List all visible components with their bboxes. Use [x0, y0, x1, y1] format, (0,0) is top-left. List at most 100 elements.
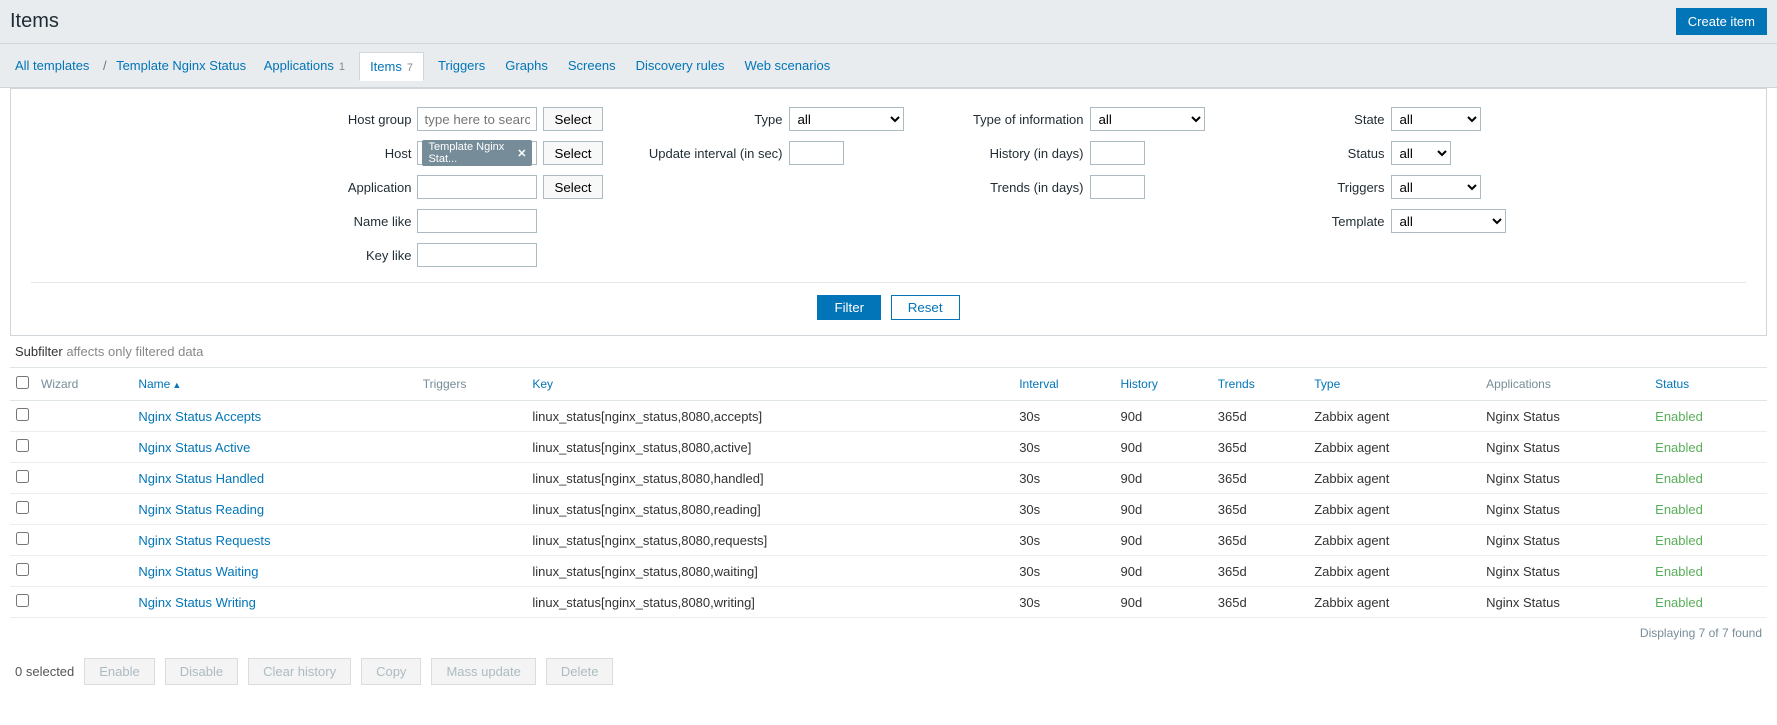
breadcrumb-nav: All templates / Template Nginx Status Ap… — [0, 44, 1777, 88]
row-checkbox[interactable] — [16, 470, 29, 483]
nav-count: 7 — [404, 62, 413, 74]
nav-applications[interactable]: Applications — [264, 58, 334, 73]
host-select-button[interactable]: Select — [543, 141, 602, 165]
item-history: 90d — [1114, 432, 1211, 463]
item-key: linux_status[nginx_status,8080,writing] — [526, 587, 1013, 618]
table-row: Nginx Status Writing linux_status[nginx_s… — [10, 587, 1767, 618]
template-select[interactable]: all — [1391, 209, 1506, 233]
table-row: Nginx Status Activelinux_status[nginx_st… — [10, 432, 1767, 463]
application-select-button[interactable]: Select — [543, 175, 602, 199]
host-group-input[interactable] — [417, 107, 537, 131]
col-type[interactable]: Type — [1314, 377, 1340, 391]
row-checkbox[interactable] — [16, 563, 29, 576]
host-input[interactable]: Template Nginx Stat... ✕ — [417, 141, 537, 165]
col-applications: Applications — [1480, 368, 1649, 401]
create-item-button[interactable]: Create item — [1676, 8, 1767, 35]
select-all-checkbox[interactable] — [16, 376, 29, 389]
nav-items[interactable]: Items — [370, 59, 402, 74]
item-key: linux_status[nginx_status,8080,handled] — [526, 463, 1013, 494]
item-status-link[interactable]: Enabled — [1655, 595, 1703, 610]
application-input[interactable] — [417, 175, 537, 199]
table-footer: Displaying 7 of 7 found — [0, 618, 1777, 648]
col-interval[interactable]: Interval — [1019, 377, 1058, 391]
item-type: Zabbix agent — [1308, 556, 1480, 587]
item-history: 90d — [1114, 556, 1211, 587]
name-like-input[interactable] — [417, 209, 537, 233]
col-history[interactable]: History — [1120, 377, 1157, 391]
item-name-link[interactable]: Nginx Status Writing — [138, 595, 256, 610]
host-label: Host — [271, 146, 411, 161]
type-info-select[interactable]: all — [1090, 107, 1205, 131]
name-like-label: Name like — [271, 214, 411, 229]
col-status[interactable]: Status — [1655, 377, 1689, 391]
host-group-select-button[interactable]: Select — [543, 107, 602, 131]
item-name-link[interactable]: Nginx Status Handled — [138, 471, 264, 486]
item-trends: 365d — [1212, 401, 1308, 432]
item-status-link[interactable]: Enabled — [1655, 471, 1703, 486]
clear-history-button[interactable]: Clear history — [248, 658, 351, 685]
copy-button[interactable]: Copy — [361, 658, 421, 685]
type-select[interactable]: all — [789, 107, 904, 131]
subfilter-hint: affects only filtered data — [66, 344, 203, 359]
col-trends[interactable]: Trends — [1218, 377, 1255, 391]
item-trends: 365d — [1212, 587, 1308, 618]
item-trends: 365d — [1212, 432, 1308, 463]
item-app: Nginx Status — [1480, 401, 1649, 432]
item-app: Nginx Status — [1480, 556, 1649, 587]
item-trends: 365d — [1212, 556, 1308, 587]
update-interval-input[interactable] — [789, 141, 844, 165]
trends-input[interactable] — [1090, 175, 1145, 199]
item-status-link[interactable]: Enabled — [1655, 440, 1703, 455]
disable-button[interactable]: Disable — [165, 658, 238, 685]
enable-button[interactable]: Enable — [84, 658, 154, 685]
col-key[interactable]: Key — [532, 377, 553, 391]
item-type: Zabbix agent — [1308, 525, 1480, 556]
reset-button[interactable]: Reset — [891, 295, 960, 320]
filter-button[interactable]: Filter — [817, 295, 881, 320]
nav-discovery-rules[interactable]: Discovery rules — [636, 58, 725, 73]
item-name-link[interactable]: Nginx Status Reading — [138, 502, 264, 517]
nav-triggers[interactable]: Triggers — [438, 58, 485, 73]
item-key: linux_status[nginx_status,8080,reading] — [526, 494, 1013, 525]
host-tag: Template Nginx Stat... ✕ — [422, 140, 532, 166]
nav-web-scenarios[interactable]: Web scenarios — [744, 58, 830, 73]
item-name-link[interactable]: Nginx Status Waiting — [138, 564, 258, 579]
item-name-link[interactable]: Nginx Status Requests — [138, 533, 270, 548]
item-type: Zabbix agent — [1308, 401, 1480, 432]
item-key: linux_status[nginx_status,8080,accepts] — [526, 401, 1013, 432]
item-trends: 365d — [1212, 525, 1308, 556]
history-input[interactable] — [1090, 141, 1145, 165]
item-status-link[interactable]: Enabled — [1655, 502, 1703, 517]
col-wizard: Wizard — [35, 368, 132, 401]
item-type: Zabbix agent — [1308, 463, 1480, 494]
breadcrumb-template[interactable]: Template Nginx Status — [116, 58, 246, 73]
row-checkbox[interactable] — [16, 532, 29, 545]
item-status-link[interactable]: Enabled — [1655, 564, 1703, 579]
delete-button[interactable]: Delete — [546, 658, 614, 685]
item-status-link[interactable]: Enabled — [1655, 409, 1703, 424]
col-name[interactable]: Name — [138, 377, 170, 391]
remove-host-tag-icon[interactable]: ✕ — [517, 147, 526, 160]
status-select[interactable]: all — [1391, 141, 1451, 165]
row-checkbox[interactable] — [16, 501, 29, 514]
triggers-select[interactable]: all — [1391, 175, 1481, 199]
nav-screens[interactable]: Screens — [568, 58, 616, 73]
item-type: Zabbix agent — [1308, 587, 1480, 618]
item-name-link[interactable]: Nginx Status Accepts — [138, 409, 261, 424]
item-status-link[interactable]: Enabled — [1655, 533, 1703, 548]
row-checkbox[interactable] — [16, 439, 29, 452]
status-label: Status — [1245, 146, 1385, 161]
key-like-input[interactable] — [417, 243, 537, 267]
row-checkbox[interactable] — [16, 594, 29, 607]
application-label: Application — [271, 180, 411, 195]
item-interval: 30s — [1013, 494, 1114, 525]
breadcrumb-all-templates[interactable]: All templates — [15, 58, 89, 73]
row-checkbox[interactable] — [16, 408, 29, 421]
item-trends: 365d — [1212, 494, 1308, 525]
filter-panel: Host group Select Host Template Nginx St… — [10, 88, 1767, 336]
mass-update-button[interactable]: Mass update — [431, 658, 535, 685]
item-name-link[interactable]: Nginx Status Active — [138, 440, 250, 455]
state-select[interactable]: all — [1391, 107, 1481, 131]
nav-graphs[interactable]: Graphs — [505, 58, 548, 73]
page-title: Items — [10, 10, 59, 33]
